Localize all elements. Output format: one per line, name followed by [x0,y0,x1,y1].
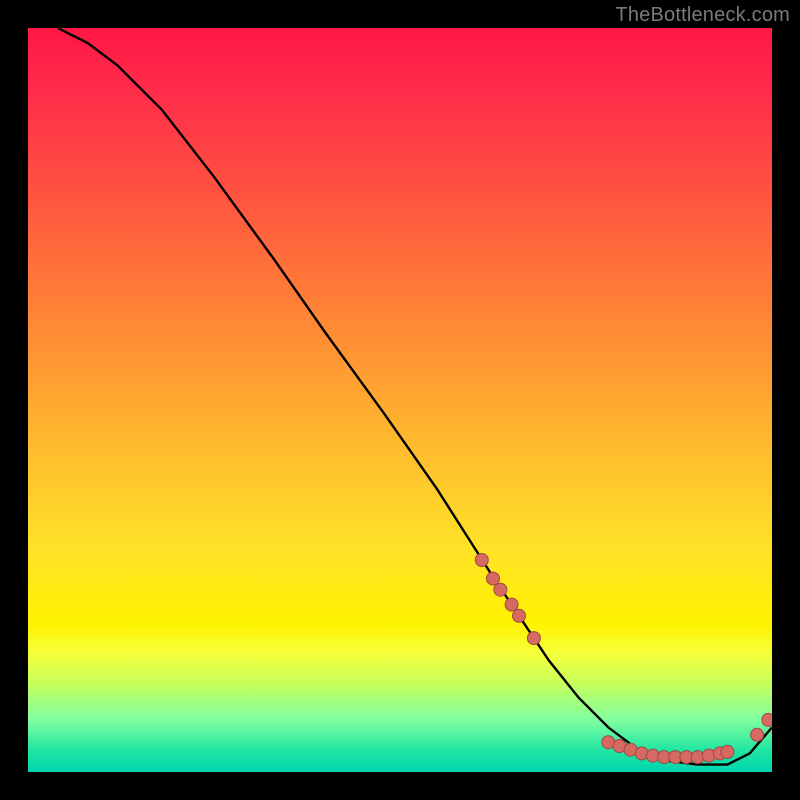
marker-point [762,713,772,726]
curve-svg [28,28,772,772]
chart-container: TheBottleneck.com [0,0,800,800]
watermark-text: TheBottleneck.com [615,4,790,27]
marker-point [513,609,526,622]
marker-point [505,598,518,611]
scatter-markers [475,554,772,764]
series-curve [58,28,772,765]
marker-point [527,632,540,645]
marker-point [487,572,500,585]
marker-point [635,747,648,760]
marker-point [751,728,764,741]
plot-area [28,28,772,772]
marker-point [721,745,734,758]
marker-point [494,583,507,596]
marker-point [475,554,488,567]
